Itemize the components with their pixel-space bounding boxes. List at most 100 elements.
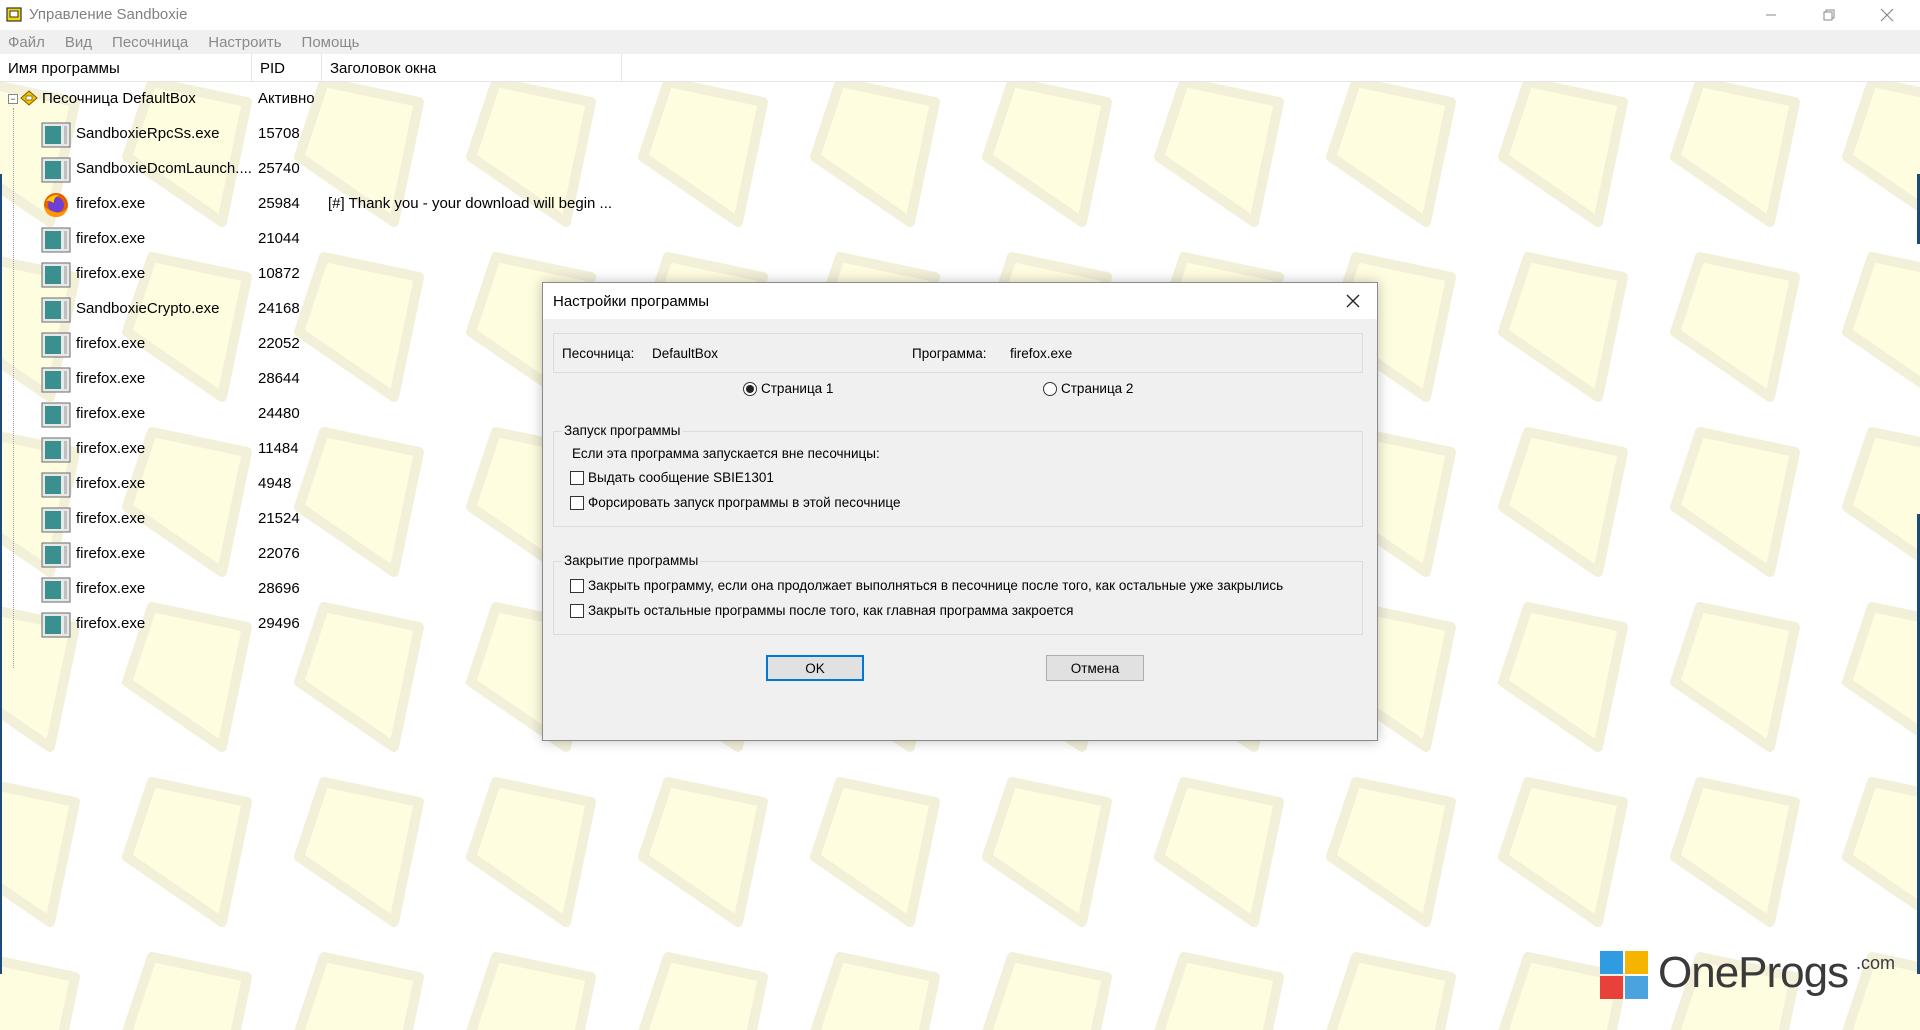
sandboxie-app-icon — [6, 7, 22, 22]
generic-exe-icon — [41, 507, 71, 533]
window-titlebar: Управление Sandboxie — [0, 0, 1920, 30]
column-program-name[interactable]: Имя программы — [0, 54, 252, 82]
close-group-title: Закрытие программы — [562, 553, 701, 568]
column-header: Имя программы PID Заголовок окна — [0, 54, 1920, 82]
process-name: firefox.exe — [76, 580, 146, 597]
process-name: firefox.exe — [76, 545, 146, 562]
menu-view[interactable]: Вид — [65, 34, 92, 51]
restore-button[interactable] — [1800, 0, 1858, 30]
process-pid: 21524 — [258, 510, 300, 527]
dialog-body: Песочница: DefaultBox Программа: firefox… — [543, 319, 1377, 740]
sandbox-row[interactable]: − Песочница DefaultBox Активно — [0, 82, 1920, 117]
column-pid[interactable]: PID — [252, 54, 322, 82]
menu-file[interactable]: Файл — [8, 34, 45, 51]
process-pid: 22052 — [258, 335, 300, 352]
generic-exe-icon — [41, 437, 71, 463]
process-name: firefox.exe — [76, 440, 146, 457]
process-name: firefox.exe — [76, 230, 146, 247]
process-row[interactable]: firefox.exe 25984 [#] Thank you - your dow… — [0, 187, 1920, 222]
page-2-label: Страница 2 — [1061, 381, 1134, 396]
restore-icon — [1823, 9, 1835, 21]
dialog-title: Настройки программы — [553, 293, 710, 310]
close-lingering-checkbox[interactable]: Закрыть программу, если она продолжает в… — [570, 578, 1283, 593]
process-pid: 24480 — [258, 405, 300, 422]
close-lingering-label: Закрыть программу, если она продолжает в… — [588, 578, 1284, 593]
process-name: firefox.exe — [76, 615, 146, 632]
minimize-button[interactable] — [1742, 0, 1800, 30]
menu-sandbox[interactable]: Песочница — [112, 34, 188, 51]
process-name: firefox.exe — [76, 335, 146, 352]
close-window-button[interactable] — [1858, 0, 1916, 30]
process-name: firefox.exe — [76, 370, 146, 387]
process-pid: 22076 — [258, 545, 300, 562]
close-group: Закрытие программы Закрыть программу, ес… — [553, 553, 1363, 635]
process-name: firefox.exe — [76, 265, 146, 282]
process-pid: 29496 — [258, 615, 300, 632]
process-name: firefox.exe — [76, 475, 146, 492]
oneprogs-wordmark: OneProgs — [1658, 948, 1849, 997]
close-icon — [1346, 294, 1360, 308]
menu-configure[interactable]: Настроить — [208, 34, 281, 51]
sandbox-status: Активно — [258, 90, 315, 107]
oneprogs-watermark: OneProgs .com — [1600, 949, 1900, 1001]
checkbox-box — [570, 578, 584, 593]
firefox-icon — [44, 193, 68, 217]
process-pid: 21044 — [258, 230, 300, 247]
close-others-label: Закрыть остальные программы после того, … — [588, 603, 1074, 618]
sbie1301-checkbox[interactable]: Выдать сообщение SBIE1301 — [570, 470, 774, 485]
program-settings-dialog: Настройки программы Песочница: DefaultBo… — [542, 282, 1378, 741]
menu-bar: Файл Вид Песочница Настроить Помощь — [0, 30, 1920, 54]
close-others-checkbox[interactable]: Закрыть остальные программы после того, … — [570, 603, 1073, 618]
process-name: SandboxieDcomLaunch.... — [76, 160, 252, 177]
generic-exe-icon — [41, 542, 71, 568]
process-name: SandboxieCrypto.exe — [76, 300, 220, 317]
process-row[interactable]: SandboxieRpcSs.exe 15708 — [0, 117, 1920, 152]
page-2-radio[interactable]: Страница 2 — [1043, 381, 1133, 396]
process-name: SandboxieRpcSs.exe — [76, 125, 220, 142]
page-1-radio[interactable]: Страница 1 — [743, 381, 833, 396]
program-label: Программа: — [912, 346, 987, 361]
checkbox-box — [570, 603, 584, 618]
column-window-title[interactable]: Заголовок окна — [322, 54, 622, 82]
dialog-close-button[interactable] — [1333, 287, 1373, 315]
dialog-titlebar: Настройки программы — [543, 283, 1377, 319]
menu-help[interactable]: Помощь — [302, 34, 360, 51]
radio-dot — [1043, 381, 1057, 396]
checkbox-box — [570, 495, 584, 510]
cancel-button[interactable]: Отмена — [1046, 655, 1144, 681]
generic-exe-icon — [41, 297, 71, 323]
process-pid: 11484 — [258, 440, 299, 457]
window-title: Управление Sandboxie — [29, 6, 188, 23]
process-window-title: [#] Thank you - your download will begin… — [328, 195, 613, 212]
sandbox-label: Песочница: — [562, 346, 635, 361]
ok-button[interactable]: OK — [766, 655, 864, 681]
generic-exe-icon — [41, 612, 71, 638]
process-name: firefox.exe — [76, 510, 146, 527]
page-1-label: Страница 1 — [761, 381, 834, 396]
process-pid: 4948 — [258, 475, 292, 492]
radio-dot — [743, 381, 757, 396]
sandbox-name: Песочница DefaultBox — [42, 90, 196, 107]
program-value: firefox.exe — [1010, 346, 1073, 361]
launch-hint: Если эта программа запускается вне песоч… — [572, 446, 880, 461]
force-launch-checkbox[interactable]: Форсировать запуск программы в этой песо… — [570, 495, 900, 510]
generic-exe-icon — [41, 367, 71, 393]
generic-exe-icon — [41, 122, 71, 148]
sbie1301-label: Выдать сообщение SBIE1301 — [588, 470, 774, 485]
close-icon — [1880, 8, 1894, 22]
force-launch-label: Форсировать запуск программы в этой песо… — [588, 495, 901, 510]
oneprogs-suffix: .com — [1856, 953, 1896, 973]
oneprogs-logo-icon — [1600, 951, 1648, 999]
process-row[interactable]: firefox.exe 21044 — [0, 222, 1920, 257]
minimize-icon — [1766, 14, 1776, 16]
sandbox-value: DefaultBox — [652, 346, 719, 361]
launch-group-title: Запуск программы — [562, 423, 683, 438]
process-pid: 25740 — [258, 160, 300, 177]
generic-exe-icon — [41, 227, 71, 253]
process-pid: 15708 — [258, 125, 300, 142]
checkbox-box — [570, 470, 584, 485]
process-name: firefox.exe — [76, 195, 146, 212]
process-row[interactable]: SandboxieDcomLaunch.... 25740 — [0, 152, 1920, 187]
collapse-toggle[interactable]: − — [8, 94, 18, 104]
generic-exe-icon — [41, 577, 71, 603]
